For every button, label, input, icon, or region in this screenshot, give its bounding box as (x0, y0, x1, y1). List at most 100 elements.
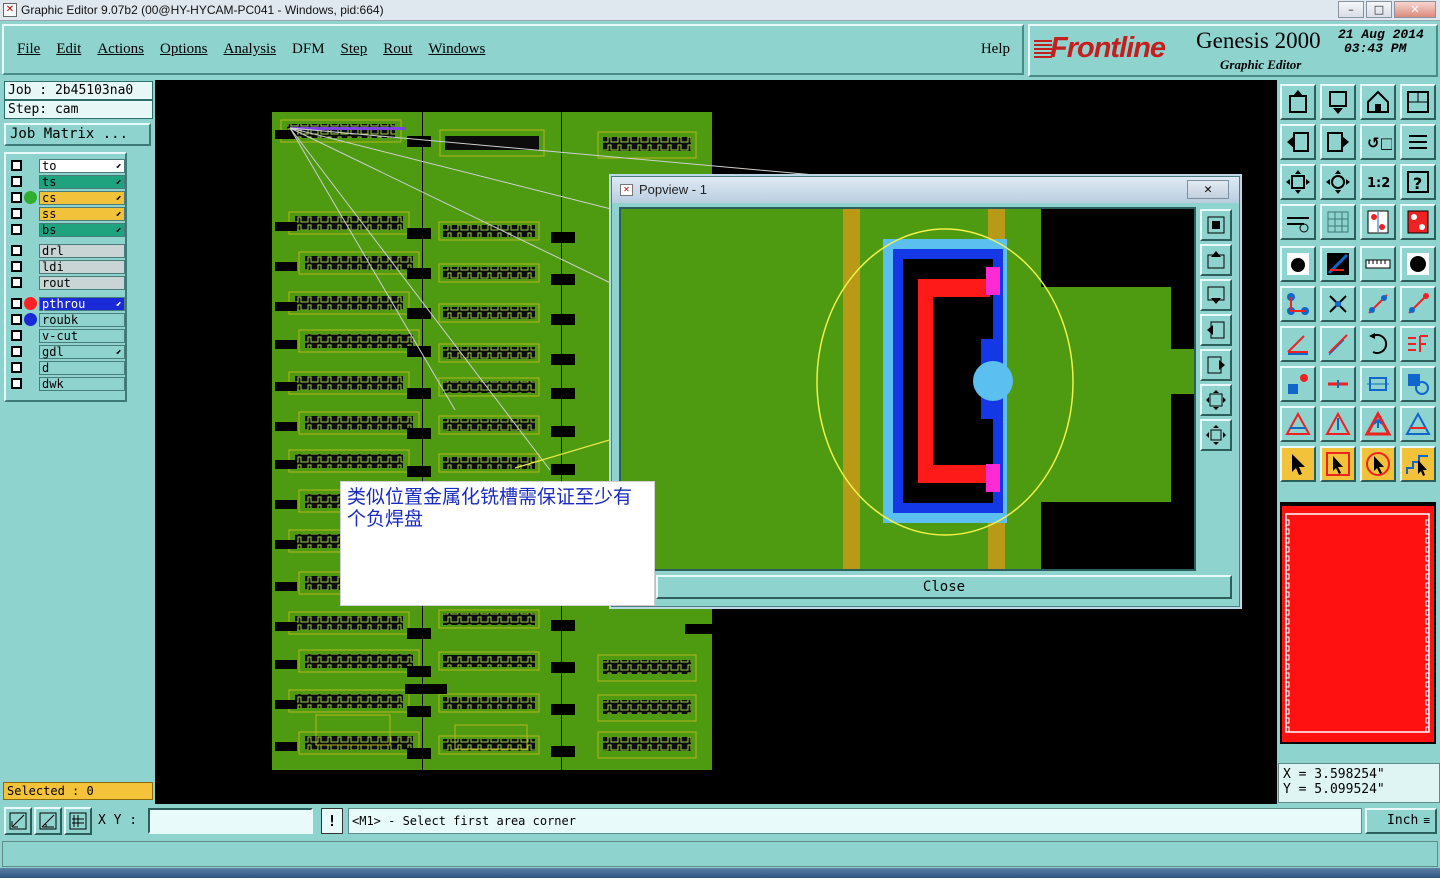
board-preview[interactable] (1280, 502, 1436, 744)
layer-checkbox[interactable] (11, 378, 22, 389)
menu-windows[interactable]: Windows (428, 41, 485, 58)
popview-close-button[interactable]: Close (656, 575, 1232, 599)
dimension-icon[interactable] (1360, 366, 1396, 402)
menu-actions[interactable]: Actions (97, 41, 144, 58)
layer-stack-icon[interactable] (1360, 204, 1396, 240)
layer-row-cs[interactable]: cs ⬋ (9, 190, 125, 205)
line-edit-icon[interactable] (1360, 286, 1396, 322)
alert-button[interactable]: ! (321, 808, 343, 834)
arc-edit-icon[interactable] (1400, 286, 1436, 322)
layer-checkbox[interactable] (11, 176, 22, 187)
menu-step[interactable]: Step (341, 41, 368, 58)
snap-mode-icon[interactable] (4, 807, 32, 835)
popview-zoom-in-icon[interactable] (1200, 209, 1232, 241)
ruler-icon[interactable] (1360, 246, 1396, 282)
rotate-icon[interactable]: ↺□ (1360, 124, 1396, 160)
menu-file[interactable]: File (17, 41, 40, 58)
cross-delete-icon[interactable] (1320, 286, 1356, 322)
layer-row-ldi[interactable]: ldi (9, 259, 125, 274)
minimize-button[interactable]: – (1338, 1, 1364, 18)
layer-checkbox[interactable] (11, 160, 22, 171)
layer-checkbox[interactable] (11, 330, 22, 341)
layer-row-dwk[interactable]: dwk (9, 376, 125, 391)
circuit-trace (305, 334, 413, 348)
angle-icon[interactable] (1280, 326, 1316, 362)
square-node-icon[interactable] (1280, 366, 1316, 402)
home-icon[interactable] (1360, 84, 1396, 120)
circle-dot-icon[interactable] (1400, 246, 1436, 282)
menu-rout[interactable]: Rout (383, 41, 412, 58)
popview-move-down-icon[interactable] (1200, 279, 1232, 311)
layer-checkbox[interactable] (11, 208, 22, 219)
popview-canvas[interactable] (619, 207, 1196, 571)
grid-icon[interactable] (1320, 204, 1356, 240)
menu-analysis[interactable]: Analysis (224, 41, 277, 58)
arrow-right-icon[interactable] (1320, 124, 1356, 160)
layer-row-d[interactable]: d (9, 360, 125, 375)
scale-icon[interactable] (1400, 124, 1436, 160)
layer-row-drl[interactable]: drl (9, 243, 125, 258)
layer-row-rout[interactable]: rout (9, 275, 125, 290)
layer-checkbox[interactable] (11, 346, 22, 357)
layer-checkbox[interactable] (11, 224, 22, 235)
layer-row-bs[interactable]: bs ⬋ (9, 222, 125, 237)
node-connect-icon[interactable] (1280, 286, 1316, 322)
layer-checkbox[interactable] (11, 192, 22, 203)
popview-fit-icon[interactable] (1200, 384, 1232, 416)
undo-arc-icon[interactable] (1360, 326, 1396, 362)
layer-row-pthrou[interactable]: pthrou ⬋ (9, 296, 125, 311)
popview-move-up-icon[interactable] (1200, 244, 1232, 276)
pointer-circle-icon[interactable] (1360, 446, 1396, 482)
maximize-button[interactable]: □ (1366, 1, 1392, 18)
unit-selector[interactable]: Inch ≡ (1365, 808, 1437, 834)
xy-input[interactable] (148, 808, 313, 834)
slash-icon[interactable] (1320, 326, 1356, 362)
layer-checkbox[interactable] (11, 261, 22, 272)
pointer-icon[interactable] (1280, 446, 1316, 482)
layer-checkbox[interactable] (11, 245, 22, 256)
layer-checkbox[interactable] (11, 277, 22, 288)
minus-icon[interactable] (1320, 366, 1356, 402)
layer-row-roubk[interactable]: roubk (9, 312, 125, 327)
group-icon[interactable] (1400, 366, 1436, 402)
grid-mode-icon[interactable] (64, 807, 92, 835)
popview-close-x[interactable]: ✕ (1187, 180, 1229, 199)
layer-checkbox[interactable] (11, 314, 22, 325)
angle-mode-icon[interactable] (34, 807, 62, 835)
menu-edit[interactable]: Edit (56, 41, 81, 58)
split-view-icon[interactable] (1400, 84, 1436, 120)
pad-select-icon[interactable] (1280, 246, 1316, 282)
line-draw-icon[interactable] (1320, 246, 1356, 282)
layer-stack-red-icon[interactable] (1400, 204, 1436, 240)
layer-checkbox[interactable] (11, 298, 22, 309)
popview-zoom-out-icon[interactable] (1200, 419, 1232, 451)
triangle-outline-icon[interactable] (1280, 406, 1316, 442)
popview-move-right-icon[interactable] (1200, 349, 1232, 381)
close-window-button[interactable]: ✕ (1394, 1, 1436, 18)
zoom-all-icon[interactable] (1320, 164, 1356, 200)
layer-checkbox[interactable] (11, 362, 22, 373)
measure-tool-icon[interactable] (1280, 204, 1316, 240)
pointer-box-icon[interactable] (1320, 446, 1356, 482)
menu-options[interactable]: Options (160, 41, 208, 58)
flip-icon[interactable] (1400, 326, 1436, 362)
triangle-arrow-icon[interactable] (1360, 406, 1396, 442)
layer-row-ts[interactable]: ts ⬋ (9, 174, 125, 189)
layer-row-to[interactable]: to ⬋ (9, 158, 125, 173)
arrow-left-icon[interactable] (1280, 124, 1316, 160)
layer-row-v-cut[interactable]: v-cut (9, 328, 125, 343)
menu-help[interactable]: Help (981, 41, 1010, 58)
panel-down-icon[interactable] (1320, 84, 1356, 120)
triangle-up-icon[interactable] (1320, 406, 1356, 442)
panel-up-icon[interactable] (1280, 84, 1316, 120)
job-matrix-button[interactable]: Job Matrix ... (4, 123, 151, 146)
ratio-1-2-icon[interactable]: 1:2 (1360, 164, 1396, 200)
menu-dfm[interactable]: DFM (292, 41, 325, 58)
help-icon[interactable]: ? (1400, 164, 1436, 200)
layer-row-gdl[interactable]: gdl ⬋ (9, 344, 125, 359)
fit-screen-icon[interactable] (1280, 164, 1316, 200)
triangle-arrows-icon[interactable] (1400, 406, 1436, 442)
pointer-steps-icon[interactable] (1400, 446, 1436, 482)
popview-move-left-icon[interactable] (1200, 314, 1232, 346)
layer-row-ss[interactable]: ss ⬋ (9, 206, 125, 221)
